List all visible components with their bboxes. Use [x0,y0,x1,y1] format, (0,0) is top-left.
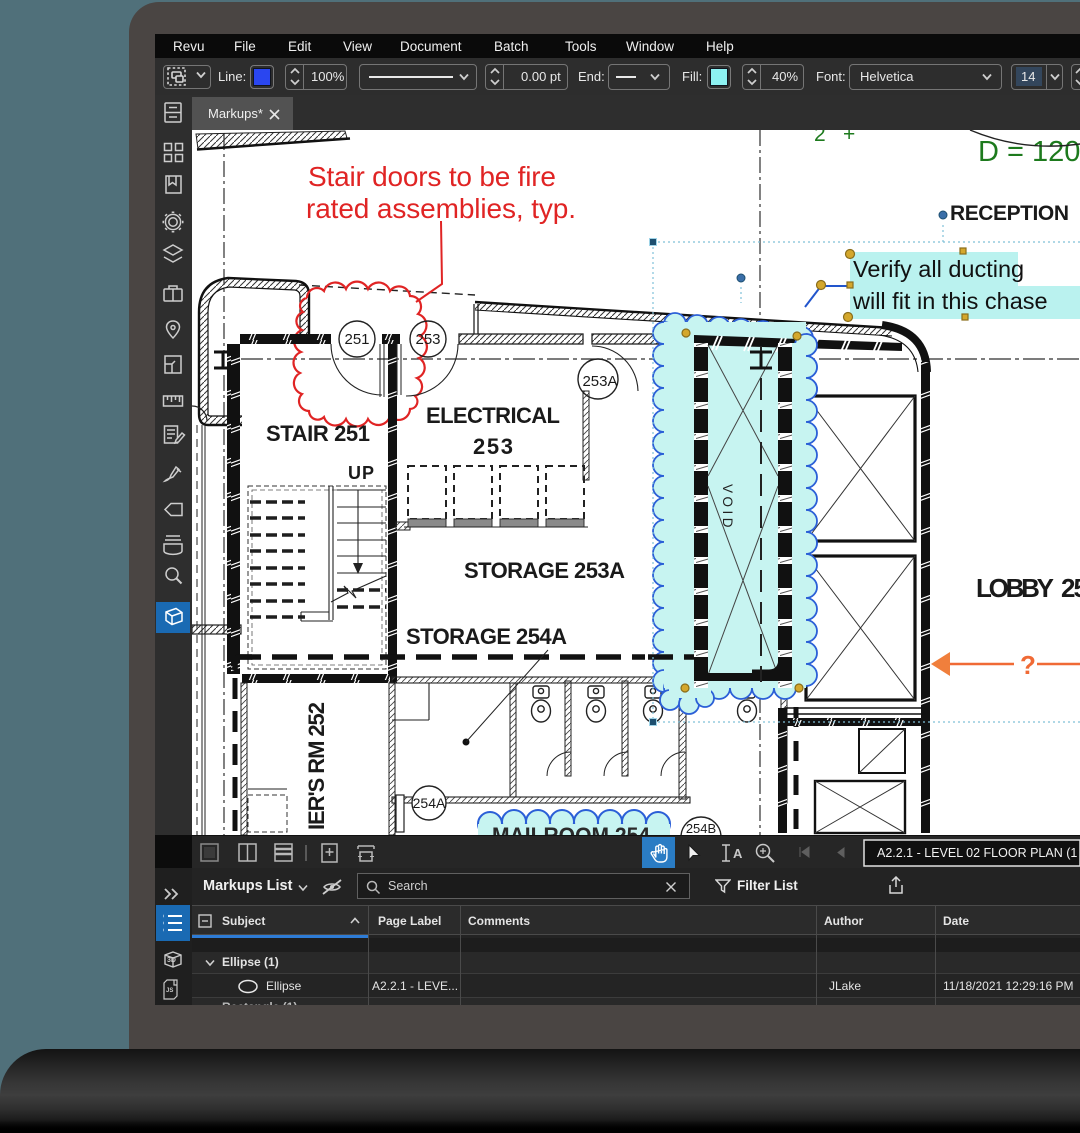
svg-text:LOBBY: LOBBY [976,573,1054,603]
svg-text:RECEPTION: RECEPTION [950,202,1069,225]
svg-text:251: 251 [344,331,369,348]
svg-text:?: ? [1020,650,1036,680]
svg-text:Verify all ducting: Verify all ducting [853,256,1024,282]
svg-text:Stair doors to be fire: Stair doors to be fire [308,161,556,192]
svg-text:STAIR 251: STAIR 251 [266,421,370,446]
svg-text:ELECTRICAL: ELECTRICAL [426,403,560,428]
svg-text:+: + [843,130,855,146]
svg-text:VOID: VOID [720,484,735,531]
svg-text:IER'S RM 252: IER'S RM 252 [304,702,329,830]
svg-text:25: 25 [1061,573,1080,603]
svg-text:STORAGE 254A: STORAGE 254A [406,624,567,649]
svg-text:A2.2.1 - LEVEL 02 FLOOR PLAN (: A2.2.1 - LEVEL 02 FLOOR PLAN (1 o [877,846,1080,860]
svg-text:253: 253 [473,434,513,459]
svg-text:253A: 253A [582,373,617,390]
svg-text:UP: UP [348,463,374,483]
svg-text:STORAGE 253A: STORAGE 253A [464,558,625,583]
svg-text:MAILROOM 254: MAILROOM 254 [492,823,651,835]
svg-text:253: 253 [415,331,440,348]
svg-text:will fit in this chase: will fit in this chase [852,288,1048,314]
svg-text:D = 120: D = 120 [978,136,1080,168]
svg-text:2: 2 [814,130,826,146]
svg-text:254A: 254A [413,795,446,811]
svg-text:A: A [733,846,743,861]
svg-text:rated assemblies, typ.: rated assemblies, typ. [306,193,576,224]
svg-text:JS: JS [166,988,173,994]
svg-text:3D: 3D [167,957,176,964]
svg-text:254B: 254B [686,821,716,835]
